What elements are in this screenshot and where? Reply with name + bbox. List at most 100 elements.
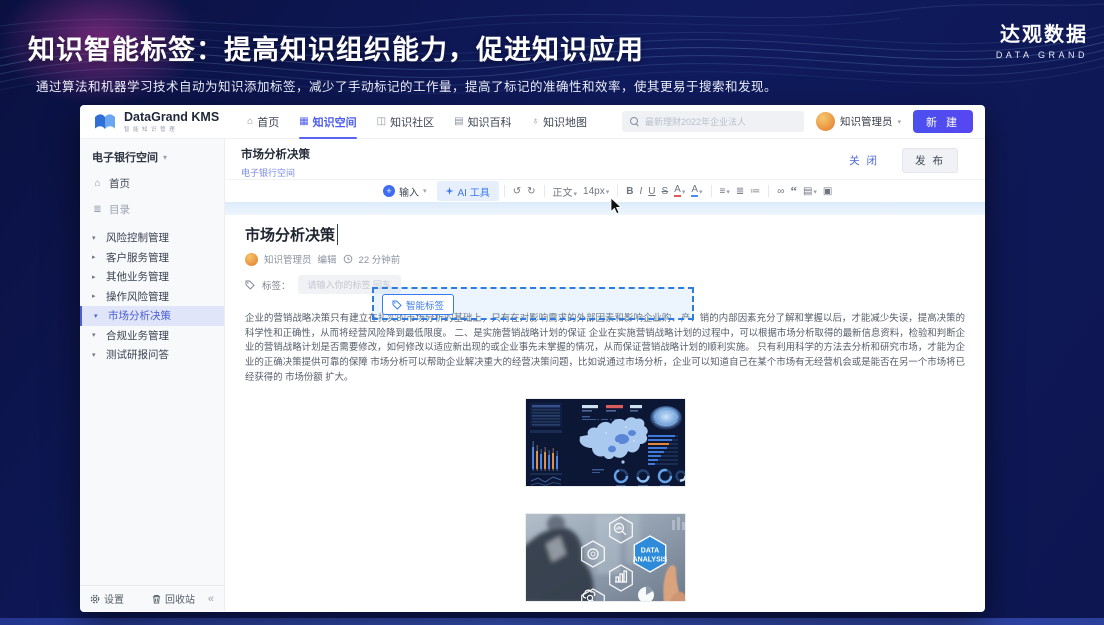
toolbar-link-button[interactable]: ∞ [774,186,787,197]
redo-icon: ↻ [527,186,535,197]
plus-circle-icon [383,185,395,197]
link-icon: ∞ [777,186,784,197]
sidebar-tree-item-5[interactable]: ▾合规业务管理 [92,326,214,346]
nav-tab-4[interactable]: ♁知识地图 [522,105,598,139]
sidebar-tree-item-0[interactable]: ▾风险控制管理 [92,228,214,248]
settings-label: 设置 [104,591,124,606]
toolbar-underline-button[interactable]: U [645,186,658,197]
sidebar-item-catalog[interactable]: ≣ 目录 [92,202,214,217]
app-logo[interactable]: DataGrand KMS 智 能 知 识 管 理 [92,110,219,133]
kms-app-window: DataGrand KMS 智 能 知 识 管 理 ⌂首页▦知识空间◫知识社区▤… [80,105,985,612]
home-icon: ⌂ [92,178,103,189]
italic-icon: I [639,186,642,197]
hex-label-analysis: ANALYSIS [632,556,667,563]
nav-tab-label: 知识空间 [313,114,357,130]
embedded-image-photo[interactable]: DATA ANALYSIS [525,513,686,602]
undo-icon: ↺ [513,186,521,197]
avatar [816,112,835,131]
search-input[interactable] [645,117,796,127]
sidebar-tree-item-6[interactable]: ▾测试研报问答 [92,345,214,365]
embedded-image-dashboard[interactable] [525,398,686,487]
ordered-list-icon: ≣ [736,186,744,197]
align-icon: ≡ [720,186,726,197]
nav-tab-1[interactable]: ▦ 知识空间 [289,105,366,139]
tag-label: 标签： [262,278,291,292]
trash-icon [152,594,161,604]
toolbar-paragraph-style-button[interactable]: 正文▾ [550,184,581,199]
toolbar-divider [544,185,545,197]
expand-arrow-icon[interactable]: ▾ [92,351,100,359]
toolbar-image-button[interactable]: ▣ [820,186,835,197]
recycle-bin-button[interactable]: 回收站 [152,591,195,606]
toolbar-redo-button[interactable]: ↻ [524,186,538,197]
table-icon: ▤ [803,186,812,197]
presentation-slide: 知识智能标签：提高知识组织能力，促进知识应用 通过算法和机器学习技术自动为知识添… [0,0,1104,625]
expand-arrow-icon[interactable]: ▸ [92,292,100,300]
expand-arrow-icon[interactable]: ▾ [94,312,102,320]
editor-toolbar: 输入 ▾ AI 工具 ↺↻正文▾14px▾BIUSA▾A▾≡▾≣≔∞“▤▾▣ [225,179,985,202]
toolbar-highlight-color-button[interactable]: A▾ [688,185,705,197]
smart-tag-button[interactable]: 智能标签 [382,294,454,315]
page-header: 市场分析决策 电子银行空间 关 闭 发 布 [225,139,985,179]
edit-time: 22 分钟前 [359,252,401,266]
paragraph-style-icon: 正文 [553,184,573,199]
top-nav: DataGrand KMS 智 能 知 识 管 理 ⌂ 首页 ▦ 知识空间 ◫知识社区▤… [80,105,985,139]
image-icon: ▣ [823,186,832,197]
expand-arrow-icon[interactable]: ▾ [92,331,100,339]
brand-name-en: DATA GRAND [996,50,1088,60]
document-body: 市场分析决策 知识管理员 编辑 22 分钟前 [225,215,985,602]
new-button[interactable]: 新 建 [913,110,973,133]
close-button[interactable]: 关 闭 [849,153,879,168]
expand-arrow-icon[interactable]: ▸ [92,273,100,281]
nav-tab-0[interactable]: ⌂ 首页 [237,105,289,139]
document-title[interactable]: 市场分析决策 [245,224,338,245]
editor-highlight-strip [225,202,985,215]
document-paragraph[interactable]: 企业的营销战略决策只有建立在扎实的市场分析的基础上，只有在对影响需求的外部因素和… [245,311,965,385]
caret-down-icon: ▾ [682,188,686,196]
toolbar-quote-button[interactable]: “ [787,187,800,195]
toolbar-italic-button[interactable]: I [636,186,645,197]
toolbar-align-button[interactable]: ≡▾ [717,186,733,197]
expand-arrow-icon[interactable]: ▾ [92,234,100,242]
toolbar-divider [617,185,618,197]
tree-item-label: 市场分析决策 [108,308,171,323]
expand-arrow-icon[interactable]: ▸ [92,253,100,261]
toolbar-unordered-list-button[interactable]: ≔ [747,186,763,197]
sidebar-item-home[interactable]: ⌂ 首页 [92,176,214,191]
toolbar-strikethrough-button[interactable]: S [659,186,672,197]
recycle-label: 回收站 [165,591,195,606]
insert-button[interactable]: 输入 ▾ [383,184,427,199]
toolbar-table-button[interactable]: ▤▾ [800,186,820,197]
author-avatar [245,253,258,266]
settings-button[interactable]: 设置 [90,591,124,606]
tag-icon [392,300,402,310]
font-size-icon: 14px [583,186,605,197]
ai-tools-button[interactable]: AI 工具 [437,181,499,201]
home-icon: ⌂ [247,116,253,127]
publish-button[interactable]: 发 布 [902,148,958,173]
knowledge-space-icon: ▦ [299,116,308,127]
nav-tab-2[interactable]: ◫知识社区 [367,105,444,139]
nav-tab-3[interactable]: ▤知识百科 [444,105,521,139]
sidebar-tree-item-3[interactable]: ▸操作风险管理 [92,287,214,307]
user-menu[interactable]: 知识管理员 ▾ [816,112,901,131]
tree-item-label: 客户服务管理 [106,250,169,265]
slide-subtitle: 通过算法和机器学习技术自动为知识添加标签，减少了手动标记的工作量，提高了标记的准… [36,76,777,95]
hex-label-data: DATA [640,547,658,554]
space-selector[interactable]: 电子银行空间 ▾ [92,149,214,165]
global-search[interactable] [622,111,804,132]
font-color-icon: A [674,185,681,197]
toolbar-font-color-button[interactable]: A▾ [671,185,688,197]
sidebar-tree-item-1[interactable]: ▸ 客户服务管理 [92,248,214,268]
collapse-sidebar-icon[interactable]: « [208,593,214,605]
sparkle-icon [446,187,454,195]
sidebar-tree-item-4[interactable]: ▾ 市场分析决策 [80,306,224,326]
toolbar-font-size-button[interactable]: 14px▾ [580,186,612,197]
photo-graphic: DATA ANALYSIS [526,514,686,602]
toolbar-ordered-list-button[interactable]: ≣ [733,186,747,197]
toolbar-undo-button[interactable]: ↺ [510,186,524,197]
underline-icon: U [648,186,655,197]
sidebar-tree-item-2[interactable]: ▸其他业务管理 [92,267,214,287]
nav-tab-label: 首页 [257,114,279,130]
toolbar-bold-button[interactable]: B [623,186,636,197]
